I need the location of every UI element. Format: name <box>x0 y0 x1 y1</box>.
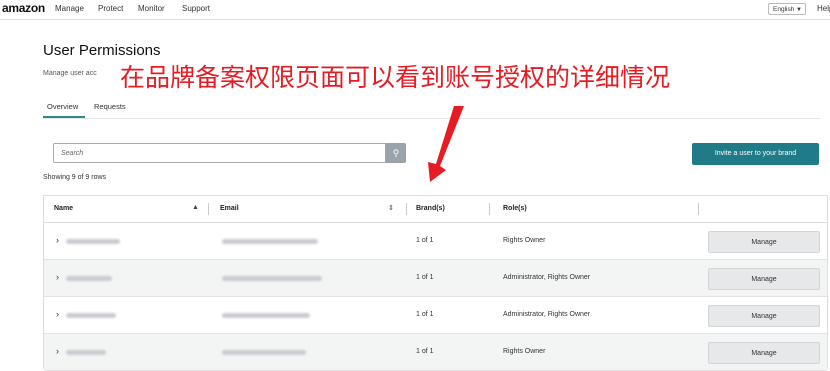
column-divider <box>208 203 209 215</box>
brands-cell: 1 of 1 <box>416 311 434 318</box>
roles-cell: Administrator, Rights Owner <box>503 311 591 318</box>
redacted-email <box>222 313 310 318</box>
search-button[interactable]: ⚲ <box>386 143 406 163</box>
page-title: User Permissions <box>43 42 161 59</box>
roles-cell: Administrator, Rights Owner <box>503 274 591 281</box>
manage-button[interactable]: Manage <box>708 305 820 327</box>
expand-chevron-icon[interactable]: › <box>56 346 59 356</box>
caret-down-icon: ▼ <box>796 7 802 13</box>
rows-count: Showing 9 of 9 rows <box>43 174 107 181</box>
help-link[interactable]: Help <box>817 4 830 13</box>
column-header-email[interactable]: Email <box>220 205 239 212</box>
redacted-name <box>66 276 112 281</box>
table-row: › 1 of 1 Rights Owner Manage <box>44 223 827 260</box>
manage-button[interactable]: Manage <box>708 268 820 290</box>
redacted-name <box>66 350 106 355</box>
manage-button[interactable]: Manage <box>708 231 820 253</box>
tab-overview[interactable]: Overview <box>47 102 78 111</box>
expand-chevron-icon[interactable]: › <box>56 309 59 319</box>
manage-button[interactable]: Manage <box>708 342 820 364</box>
expand-chevron-icon[interactable]: › <box>56 272 59 282</box>
column-header-brands: Brand(s) <box>416 205 445 212</box>
redacted-email <box>222 239 318 244</box>
table-row: › 1 of 1 Rights Owner Manage <box>44 334 827 371</box>
column-divider <box>406 203 407 215</box>
expand-chevron-icon[interactable]: › <box>56 235 59 245</box>
table-row: › 1 of 1 Administrator, Rights Owner Man… <box>44 260 827 297</box>
brands-cell: 1 of 1 <box>416 348 434 355</box>
redacted-name <box>66 313 116 318</box>
roles-cell: Rights Owner <box>503 237 546 244</box>
table-header: Name ▲ Email ⇕ Brand(s) Role(s) <box>44 196 827 223</box>
redacted-email <box>222 276 322 281</box>
search-icon: ⚲ <box>392 148 400 158</box>
brands-cell: 1 of 1 <box>416 237 434 244</box>
page-subtitle: Manage user acc <box>43 70 97 77</box>
column-divider <box>489 203 490 215</box>
nav-monitor[interactable]: Monitor <box>138 4 165 13</box>
annotation-arrow-icon <box>428 106 464 182</box>
language-value: English <box>773 6 795 13</box>
sort-asc-icon[interactable]: ▲ <box>192 204 199 211</box>
annotation-caption: 在品牌备案权限页面可以看到账号授权的详细情况 <box>120 63 671 92</box>
column-divider <box>698 203 699 215</box>
redacted-name <box>66 239 120 244</box>
redacted-email <box>222 350 306 355</box>
table-row: › 1 of 1 Administrator, Rights Owner Man… <box>44 297 827 334</box>
amazon-logo[interactable]: amazon <box>2 1 45 15</box>
tab-requests[interactable]: Requests <box>94 102 126 111</box>
nav-protect[interactable]: Protect <box>98 4 123 13</box>
nav-support[interactable]: Support <box>182 4 210 13</box>
nav-manage[interactable]: Manage <box>55 4 84 13</box>
search-input[interactable]: Search <box>53 143 386 163</box>
sort-toggle-icon[interactable]: ⇕ <box>388 204 394 212</box>
top-nav-bar: amazon Manage Protect Monitor Support En… <box>0 0 830 20</box>
roles-cell: Rights Owner <box>503 348 546 355</box>
brands-cell: 1 of 1 <box>416 274 434 281</box>
language-select[interactable]: English ▼ <box>768 3 806 15</box>
invite-user-button[interactable]: Invite a user to your brand <box>692 143 819 165</box>
column-header-roles: Role(s) <box>503 205 527 212</box>
column-header-name[interactable]: Name <box>54 205 73 212</box>
permissions-table: Name ▲ Email ⇕ Brand(s) Role(s) › 1 of 1… <box>43 195 828 371</box>
